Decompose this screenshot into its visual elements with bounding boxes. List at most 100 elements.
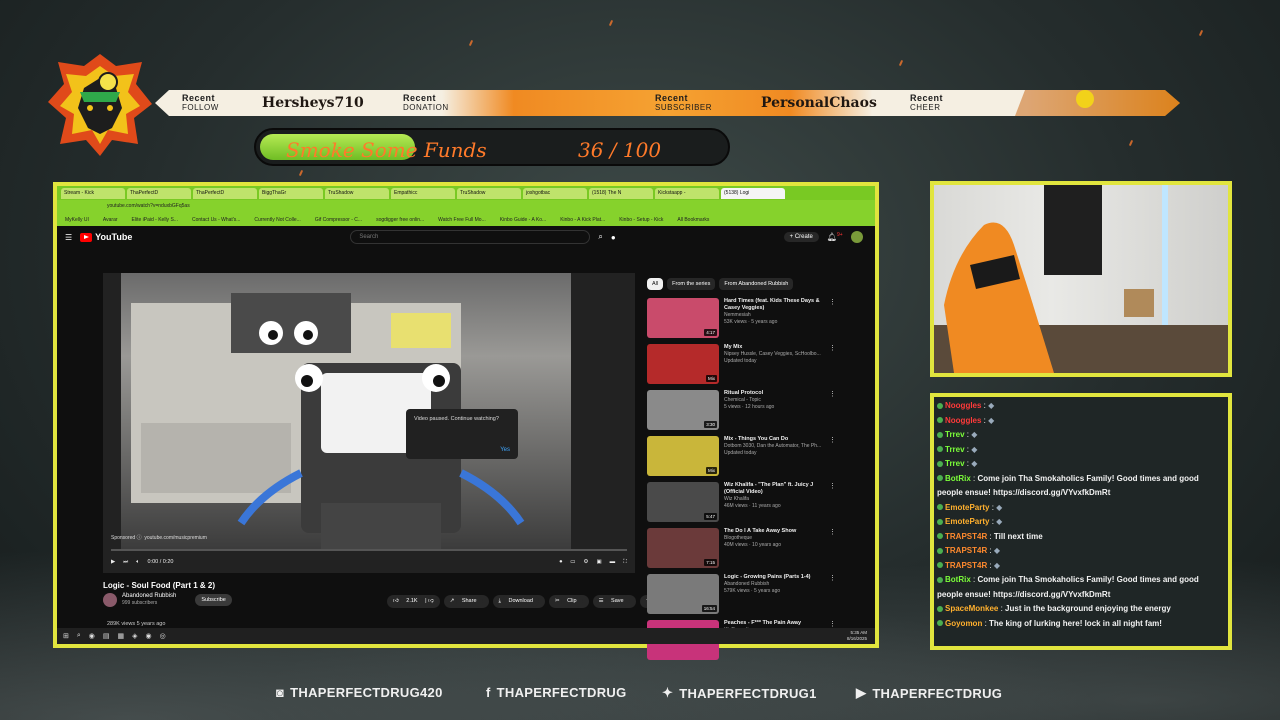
browser-tab[interactable]: (5138) Logi [721, 188, 785, 199]
recommendation-item[interactable]: 5:47 Wiz Khalifa - "The Plan" ft. Juicy J… [647, 482, 847, 524]
obs-icon[interactable]: ◎ [160, 632, 166, 640]
video-thumbnail[interactable]: 3:30 [647, 390, 719, 430]
like-button[interactable]: 👍︎ 2.1K | 👎︎ [387, 595, 440, 608]
file-explorer-icon[interactable]: ▤ [103, 632, 110, 640]
hamburger-menu-icon[interactable]: ☰ [65, 233, 72, 242]
chat-username[interactable]: Trrev [945, 445, 965, 454]
browser-tab[interactable]: Empathicc [391, 188, 455, 199]
chat-username[interactable]: EmoteParty [945, 503, 989, 512]
recommendation-meta: Mix - Things You Can Do Dotbom 3030, Dan … [724, 436, 824, 478]
chat-username[interactable]: Trrev [945, 430, 965, 439]
chat-username[interactable]: TRAPST4R [945, 561, 987, 570]
clip-button[interactable]: ✂ Clip [548, 595, 589, 608]
bookmark-item[interactable]: Kinbo Guide - A Ko... [500, 217, 546, 223]
next-icon[interactable]: ⏭ [123, 559, 128, 566]
browser-tab[interactable]: ThaPerfectD [127, 188, 191, 199]
channel-avatar[interactable] [103, 593, 117, 607]
windows-start-icon[interactable]: ⊞ [63, 632, 69, 640]
chat-username[interactable]: SpaceMonkee [945, 604, 998, 613]
play-icon[interactable]: ▶ [111, 559, 115, 565]
bookmark-item[interactable]: MyKelly UI [65, 217, 89, 223]
account-avatar[interactable] [850, 231, 863, 243]
download-button[interactable]: ⤓ Download [492, 595, 545, 608]
dialog-yes-button[interactable]: Yes [500, 447, 510, 453]
browser-address-bar[interactable]: youtube.com/watch?v=nduxbGFq5as [57, 200, 875, 214]
browser-tab[interactable]: TruShadow [325, 188, 389, 199]
share-button[interactable]: ↗ Share [443, 595, 489, 608]
browser-tab[interactable]: BiggThaGr [259, 188, 323, 199]
recommendation-item[interactable]: 4:17 Hard Times (feat. Kids These Days & … [647, 298, 847, 340]
video-thumbnail[interactable]: 7:15 [647, 528, 719, 568]
browser-tab[interactable]: Stream - Kick [61, 188, 125, 199]
chat-username[interactable]: Trrev [945, 459, 965, 468]
browser-tab[interactable]: Kickstaapp - [655, 188, 719, 199]
video-player[interactable]: Video paused. Continue watching? Yes Spo… [103, 273, 635, 573]
browser-tab-strip[interactable]: Stream - Kick ThaPerfectD ThaPerfectD BiggT… [57, 186, 875, 200]
video-thumbnail[interactable]: 16:54 [647, 574, 719, 614]
bookmark-item[interactable]: Currently Not Colle... [254, 217, 300, 223]
filter-chip[interactable]: All [647, 278, 664, 290]
search-icon[interactable]: ⌕ [598, 232, 602, 242]
youtube-logo[interactable]: YouTube [80, 232, 132, 242]
create-button[interactable]: + Create [783, 232, 819, 242]
video-thumbnail[interactable]: Mix [647, 436, 719, 476]
recommendation-item[interactable]: 16:54 Logic - Growing Pains (Parts 1-4) Ab… [647, 574, 847, 616]
bookmark-item[interactable]: sogdigger free onlin... [376, 217, 424, 223]
chat-username[interactable]: BotRix [945, 474, 971, 483]
settings-gear-icon[interactable]: ⚙ [584, 559, 589, 565]
subscribe-button[interactable]: Subscribe [195, 594, 232, 606]
more-options-icon[interactable]: ⋮ [829, 344, 836, 386]
video-thumbnail[interactable]: 4:17 [647, 298, 719, 338]
microphone-icon[interactable]: ● [611, 233, 616, 242]
more-options-icon[interactable]: ⋮ [829, 574, 836, 616]
recommendation-item[interactable]: 3:30 Ritual Protocol Chemical - Topic 5 vie… [647, 390, 847, 432]
bookmark-item[interactable]: Gif Compressor - C... [315, 217, 362, 223]
chat-username[interactable]: TRAPST4R [945, 532, 987, 541]
app-icon[interactable]: ◈ [132, 632, 137, 640]
bookmark-item[interactable]: Watch Free Full Mo... [438, 217, 486, 223]
filter-chip[interactable]: From Abandoned Rubbish [719, 278, 794, 290]
autoplay-toggle-icon[interactable]: ⏺ [560, 559, 563, 566]
notifications-bell-icon[interactable]: 🔔︎9+ [827, 232, 843, 242]
bookmark-item[interactable]: Kinbo - A Kick Plat... [560, 217, 605, 223]
browser-tab[interactable]: ThaPerfectD [193, 188, 257, 199]
store-icon[interactable]: ▦ [118, 632, 125, 640]
more-options-icon[interactable]: ⋮ [829, 298, 836, 340]
bookmark-item[interactable]: Contact Us - What's... [192, 217, 240, 223]
browser-tab[interactable]: TruShadow [457, 188, 521, 199]
video-thumbnail[interactable]: 5:47 [647, 482, 719, 522]
chrome-icon[interactable]: ◉ [89, 632, 95, 640]
recommendation-item[interactable]: 7:15 The Do I A Take Away Show Blogotheque… [647, 528, 847, 570]
browser-tab[interactable]: joshgotbac [523, 188, 587, 199]
browser-tab[interactable]: (1518) The N [589, 188, 653, 199]
chat-username[interactable]: Nooggles [945, 416, 981, 425]
more-options-icon[interactable]: ⋮ [829, 436, 836, 478]
recommendation-item[interactable]: Mix Mix - Things You Can Do Dotbom 3030, D… [647, 436, 847, 478]
chat-username[interactable]: TRAPST4R [945, 546, 987, 555]
theater-mode-icon[interactable]: ▬ [610, 559, 616, 565]
taskbar-search-icon[interactable]: ⌕ [77, 632, 81, 640]
chat-username[interactable]: BotRix [945, 575, 971, 584]
sponsor-url[interactable]: youtube.com/musicpremium [144, 535, 207, 541]
chat-username[interactable]: Nooggles [945, 401, 981, 410]
bookmark-item[interactable]: All Bookmarks [677, 217, 709, 223]
save-button[interactable]: ☰ Save [592, 595, 636, 608]
chrome-profile-icon[interactable]: ◉ [146, 632, 152, 640]
youtube-search-input[interactable]: Search [350, 230, 591, 244]
volume-icon[interactable]: 🔈︎ [136, 559, 139, 566]
recommendation-item[interactable]: Mix My Mix Nipsey Hussle, Casey Veggies, S… [647, 344, 847, 386]
chat-username[interactable]: Goyomon [945, 619, 982, 628]
more-options-icon[interactable]: ⋮ [829, 390, 836, 432]
more-options-icon[interactable]: ⋮ [829, 482, 836, 524]
video-thumbnail[interactable]: Mix [647, 344, 719, 384]
bookmark-item[interactable]: Kinbo - Setup - Kick [619, 217, 663, 223]
channel-name[interactable]: Abandoned Rubbish [122, 593, 176, 599]
fullscreen-icon[interactable]: ⛶ [623, 559, 627, 566]
miniplayer-icon[interactable]: ▣ [596, 559, 601, 565]
captions-icon[interactable]: ▭ [570, 559, 575, 565]
filter-chip[interactable]: From the series [667, 278, 716, 290]
chat-username[interactable]: EmoteParty [945, 517, 989, 526]
more-options-icon[interactable]: ⋮ [829, 528, 836, 570]
bookmark-item[interactable]: Avarar [103, 217, 118, 223]
bookmark-item[interactable]: Elite iPaid - Kelly S... [132, 217, 178, 223]
